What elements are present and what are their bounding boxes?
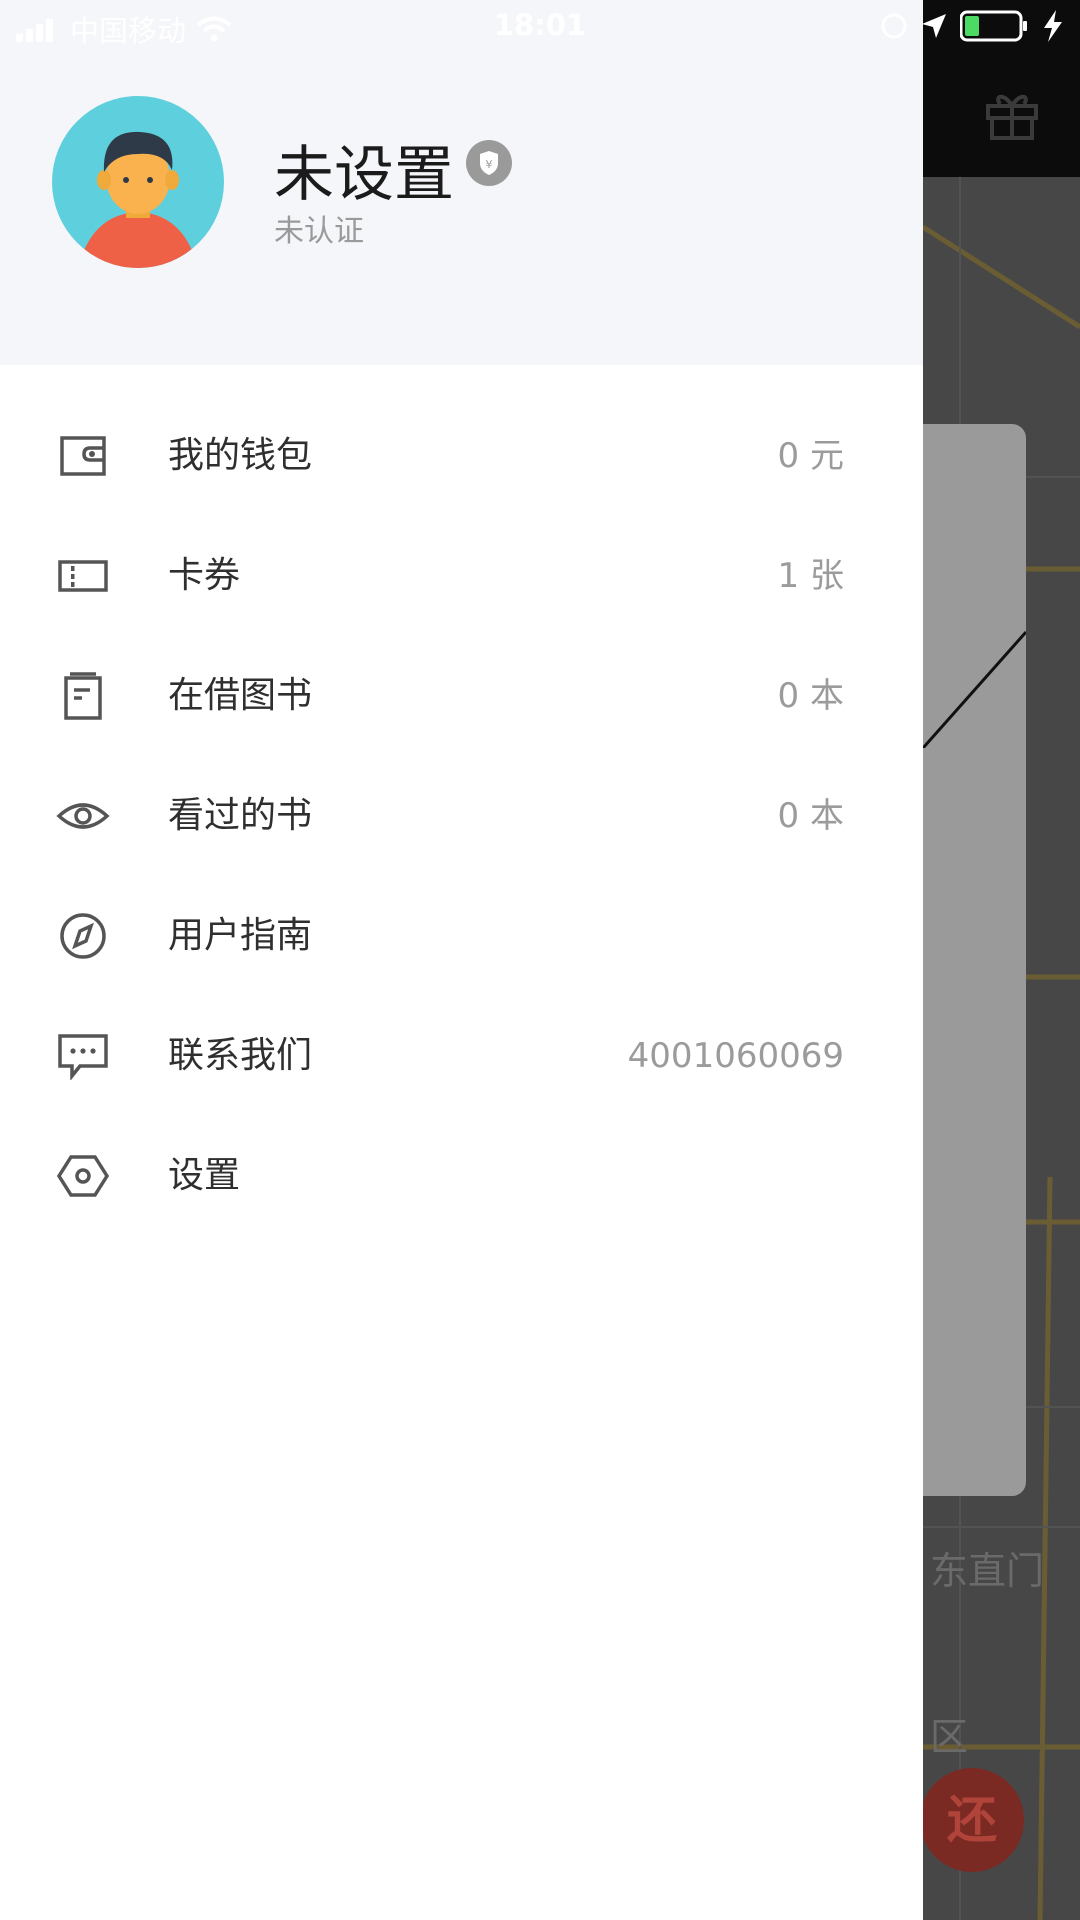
menu-item-settings[interactable]: 设置 (0, 1116, 923, 1236)
menu-item-label: 联系我们 (168, 1035, 313, 1076)
status-bar: 中国移动 18:01 (0, 0, 1080, 54)
menu-item-value: 0 本 (777, 676, 844, 716)
menu-item-label: 卡券 (168, 555, 241, 596)
wallet-icon (60, 436, 106, 476)
ticket-icon (58, 560, 108, 592)
chat-icon (58, 1034, 108, 1080)
menu-item-label: 在借图书 (168, 675, 313, 716)
menu-item-value: 1 张 (777, 556, 844, 596)
svg-text:¥: ¥ (486, 158, 493, 171)
gift-icon[interactable] (984, 86, 1040, 142)
yen-shield-icon[interactable]: ¥ (466, 140, 512, 186)
drawer-menu: 我的钱包 0 元 卡券 1 张 在借图书 0 本 看过的书 0 本 用户指南 联… (0, 396, 923, 1236)
alarm-icon (881, 13, 907, 39)
menu-item-wallet[interactable]: 我的钱包 0 元 (0, 396, 923, 516)
avatar-illustration (52, 96, 224, 268)
menu-item-label: 用户指南 (168, 915, 313, 956)
profile-header[interactable]: 未设置 ¥ 未认证 (0, 0, 923, 365)
menu-item-value: 0 本 (777, 796, 844, 836)
menu-item-label: 设置 (168, 1155, 241, 1196)
menu-item-contact-us[interactable]: 联系我们 4001060069 (0, 996, 923, 1116)
return-button[interactable]: 还 (920, 1768, 1024, 1872)
avatar[interactable] (52, 96, 224, 268)
map-label-dongzhimen: 东直门 (930, 1549, 1045, 1593)
auth-status[interactable]: 未认证 (274, 206, 364, 250)
battery-icon (960, 10, 1027, 42)
map-route-line (923, 631, 1026, 748)
menu-item-label: 我的钱包 (168, 435, 313, 476)
side-drawer: 未设置 ¥ 未认证 我的钱包 0 元 卡券 1 张 在借图书 0 本 看过的书 … (0, 0, 923, 1920)
menu-item-borrowed-books[interactable]: 在借图书 0 本 (0, 636, 923, 756)
menu-item-value[interactable]: 4001060069 (628, 1032, 844, 1080)
book-icon (64, 672, 102, 720)
menu-item-viewed-books[interactable]: 看过的书 0 本 (0, 756, 923, 876)
eye-icon (56, 803, 110, 829)
settings-hex-icon (56, 1155, 110, 1197)
menu-item-value: 0 元 (777, 436, 844, 476)
compass-icon (60, 913, 106, 959)
profile-name[interactable]: 未设置 (274, 126, 454, 213)
location-arrow-icon (922, 14, 946, 38)
charging-bolt-icon (1044, 10, 1062, 42)
menu-item-label: 看过的书 (168, 795, 313, 836)
menu-item-coupons[interactable]: 卡券 1 张 (0, 516, 923, 636)
menu-item-user-guide[interactable]: 用户指南 (0, 876, 923, 996)
map-label-district: 区 (930, 1715, 969, 1759)
